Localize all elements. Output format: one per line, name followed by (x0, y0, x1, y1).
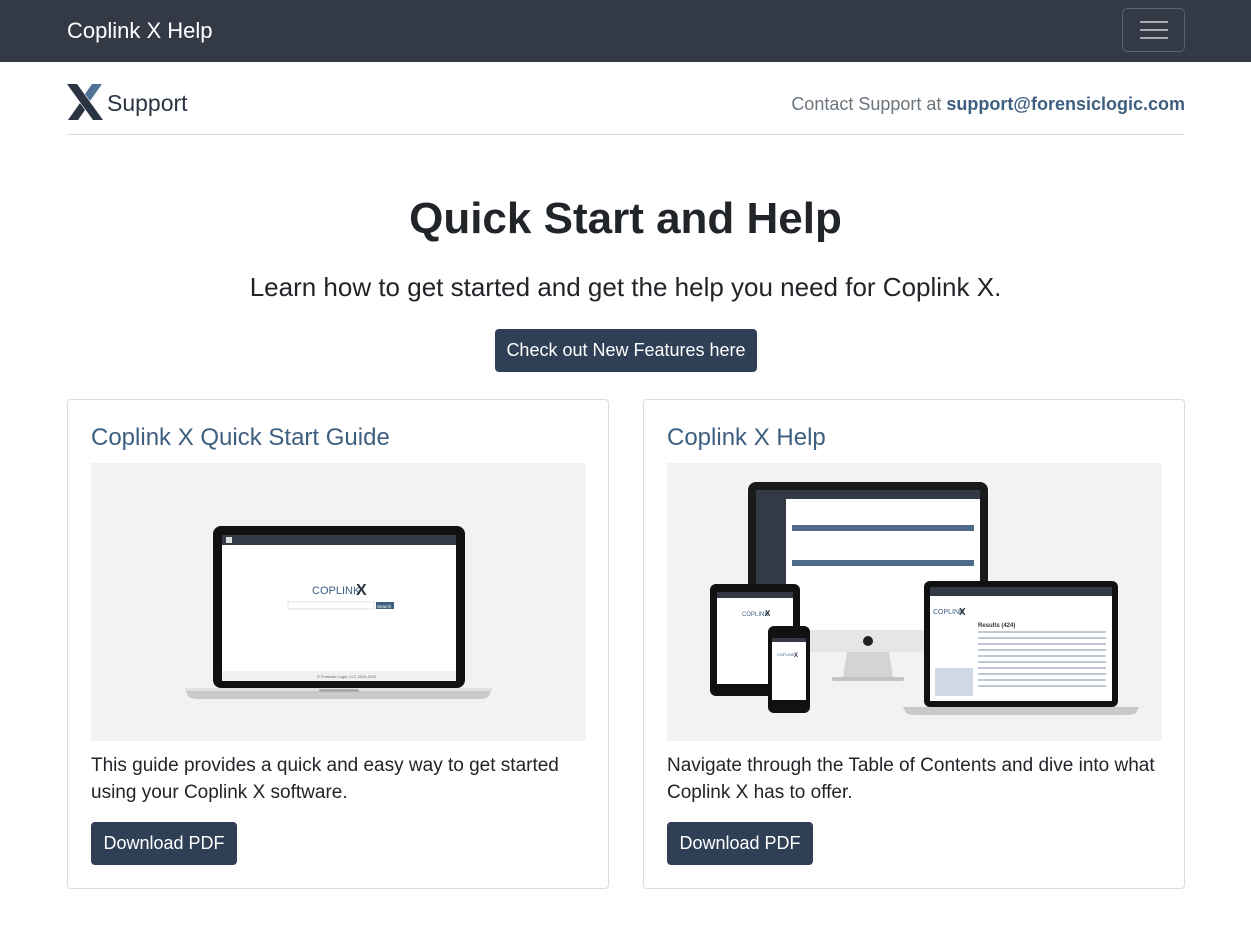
phone-logo-text: COPLINK (777, 652, 795, 657)
laptop-screenshot-image: COPLINK X Search © Forensic Logic, LLC 2… (91, 463, 586, 741)
support-email-link[interactable]: support@forensiclogic.com (946, 94, 1185, 114)
laptop-logo-text: COPLINK (312, 585, 361, 597)
phone-logo-x: X (794, 653, 798, 659)
help-card: Coplink X Help COPLINK X COPLINK X COPLI… (643, 399, 1185, 889)
page-subtitle: Learn how to get started and get the hel… (249, 272, 1002, 302)
tablet-logo-x: X (765, 609, 771, 618)
help-title-link[interactable]: Coplink X Help (667, 423, 826, 453)
new-features-button[interactable]: Check out New Features here (495, 329, 757, 372)
devices-illustration: COPLINK X COPLINK X COPLINK X Results (4… (710, 482, 1139, 715)
quick-start-description: This guide provides a quick and easy way… (91, 755, 559, 803)
quick-start-title-link[interactable]: Coplink X Quick Start Guide (91, 423, 390, 453)
menu-toggle-button[interactable] (1122, 8, 1185, 52)
laptop-logo-x: X (356, 582, 367, 599)
hamburger-icon (1140, 29, 1168, 31)
download-quick-start-pdf-button[interactable]: Download PDF (91, 822, 237, 865)
quick-start-card: Coplink X Quick Start Guide COPLINK X Se… (67, 399, 609, 889)
multi-device-screenshot-image: COPLINK X COPLINK X COPLINK X Results (4… (667, 463, 1162, 741)
laptop-illustration: COPLINK X Search © Forensic Logic, LLC 2… (185, 526, 492, 699)
laptop-search-button-text: Search (377, 604, 392, 609)
page-title: Quick Start and Help (409, 194, 842, 243)
top-navbar: Coplink X Help (0, 0, 1251, 62)
contact-support: Contact Support at support@forensiclogic… (791, 92, 1185, 116)
laptop2-logo-x: X (959, 607, 966, 618)
contact-prefix: Contact Support at (791, 94, 947, 114)
laptop2-results-text: Results (424) (978, 623, 1015, 629)
hamburger-icon (1140, 37, 1168, 39)
support-bar: Support Contact Support at support@foren… (67, 62, 1185, 135)
laptop-footer-text: © Forensic Logic, LLC 2020-2021 (317, 674, 378, 679)
coplink-x-logo-icon (67, 84, 103, 120)
navbar-brand[interactable]: Coplink X Help (67, 17, 213, 45)
download-help-pdf-button[interactable]: Download PDF (667, 822, 813, 865)
support-label: Support (107, 90, 188, 116)
hamburger-icon (1140, 21, 1168, 23)
help-description: Navigate through the Table of Contents a… (667, 755, 1155, 803)
